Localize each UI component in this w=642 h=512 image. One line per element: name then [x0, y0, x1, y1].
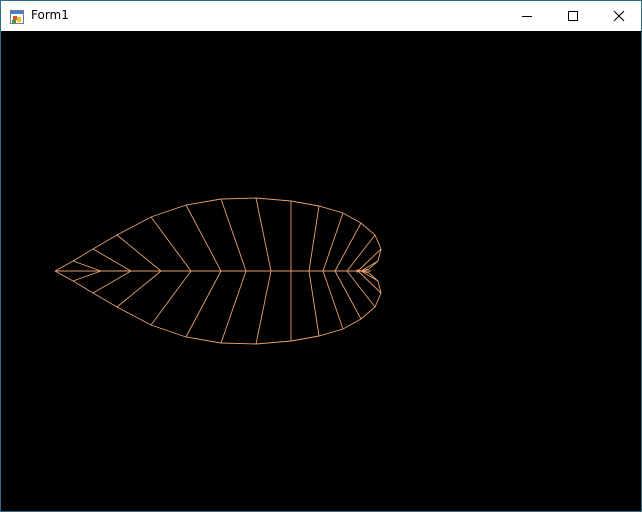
- leaf-vein-upper: [308, 205, 320, 272]
- leaf-vein-upper: [185, 204, 222, 272]
- leaf-vein-upper: [72, 260, 102, 272]
- leaf-vein-upper: [220, 198, 247, 272]
- leaf-vein-upper: [116, 234, 162, 272]
- leaf-vein-upper: [92, 248, 132, 272]
- leaf-vein-lower: [92, 270, 132, 294]
- close-button[interactable]: [596, 1, 642, 31]
- app-icon[interactable]: [10, 9, 24, 24]
- minimize-icon: [522, 16, 532, 17]
- leaf-vein-lower: [116, 270, 162, 308]
- leaf-vein-lower: [150, 270, 192, 326]
- maximize-button[interactable]: [550, 1, 596, 31]
- leaf-drawing: [54, 197, 382, 345]
- form-client-area[interactable]: [1, 31, 641, 511]
- leaf-vein-lower: [220, 270, 247, 344]
- leaf-vein-upper: [150, 216, 192, 272]
- app-window: Form1: [0, 0, 642, 512]
- leaf-vein-lower: [334, 270, 362, 320]
- maximize-icon: [568, 11, 578, 21]
- leaf-vein-upper: [255, 197, 272, 272]
- minimize-button[interactable]: [504, 1, 550, 31]
- leaf-vein-lower: [255, 270, 272, 345]
- title-bar[interactable]: Form1: [1, 1, 641, 31]
- leaf-vein-lower: [72, 270, 102, 282]
- leaf-vein-upper: [334, 222, 362, 272]
- leaf-vein-lower: [308, 270, 320, 337]
- leaf-vein-lower: [185, 270, 222, 338]
- close-icon: [613, 10, 625, 22]
- window-title: Form1: [31, 8, 69, 22]
